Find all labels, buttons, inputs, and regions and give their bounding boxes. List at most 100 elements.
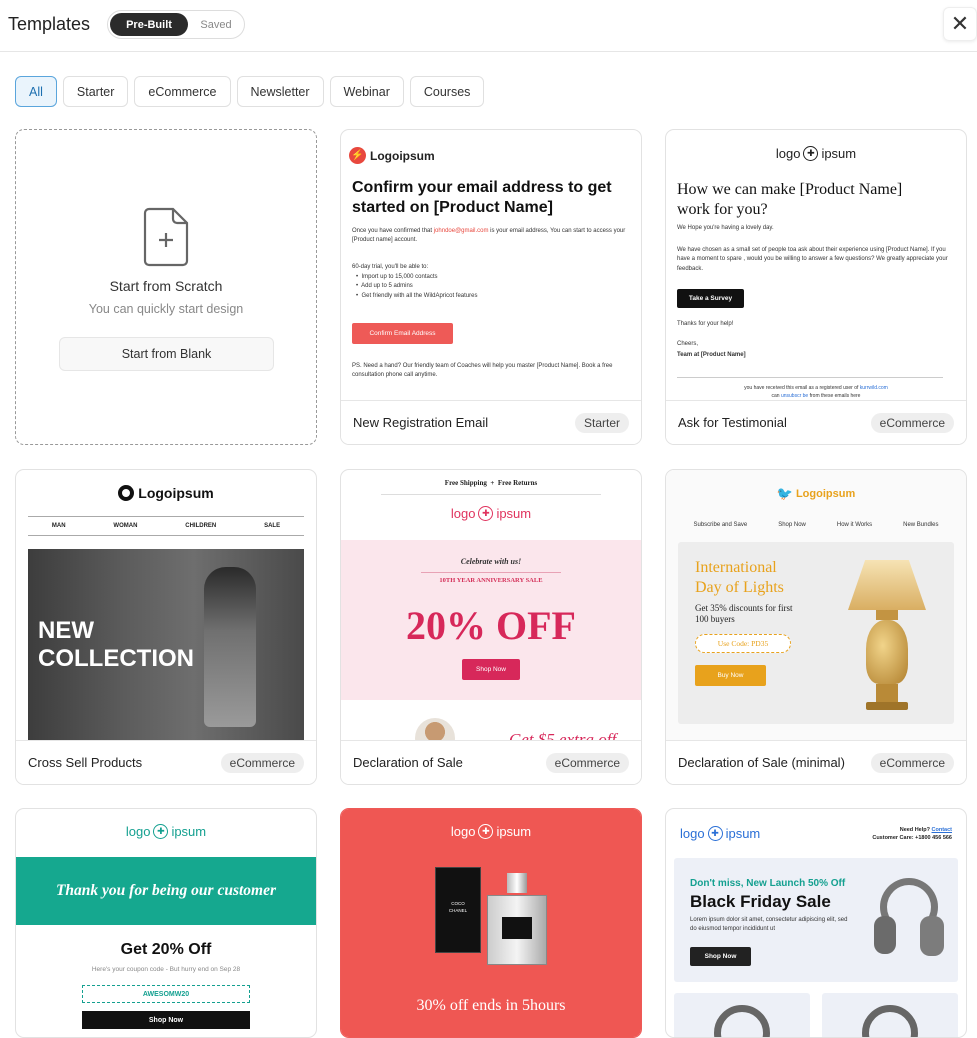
footer-text: you have received this email as a regist… bbox=[744, 385, 888, 399]
globe-logo-icon: ✚ bbox=[478, 506, 494, 521]
sale-banner: Celebrate with us! 10TH YEAR ANNIVERSARY… bbox=[341, 540, 641, 700]
brand-logo: Logoipsum bbox=[16, 485, 316, 501]
start-from-blank-button[interactable]: Start from Blank bbox=[59, 337, 274, 371]
logo-text: Logoipsum bbox=[795, 488, 856, 500]
scratch-subtitle: You can quickly start design bbox=[88, 302, 244, 316]
filter-courses[interactable]: Courses bbox=[409, 76, 485, 107]
offer-text: 30% off ends in 5hours bbox=[416, 997, 566, 1014]
filter-webinar[interactable]: Webinar bbox=[329, 76, 404, 107]
avatar bbox=[415, 718, 455, 740]
list-item: • Add up to 5 admins bbox=[356, 283, 413, 290]
tab-pre-built[interactable]: Pre-Built bbox=[110, 13, 188, 36]
template-card-thank-you[interactable]: logo ✚ ipsum Thank you for being our cus… bbox=[15, 808, 317, 1038]
coupon-code: AWESOMW20 bbox=[82, 985, 250, 1003]
customer-care: Customer Care: +1800 456 566 bbox=[872, 835, 952, 842]
signature: Team at [Product Name] bbox=[677, 352, 746, 358]
email-heading: Confirm your email address to get starte… bbox=[352, 179, 612, 216]
template-card-declaration-of-sale[interactable]: Free Shipping + Free Returns logo ✚ ipsu… bbox=[340, 469, 642, 785]
card-footer: Declaration of Sale (minimal) eCommerce bbox=[666, 740, 966, 784]
hero-image: NEW COLLECTION bbox=[28, 549, 304, 740]
logo-text: logo bbox=[125, 824, 151, 839]
template-card-perfume[interactable]: logo ✚ ipsum COCO CHANEL 30% off ends in… bbox=[340, 808, 642, 1038]
offer-headline: Get 20% Off bbox=[120, 941, 212, 958]
template-card-new-registration[interactable]: ⚡ Logoipsum Confirm your email address t… bbox=[340, 129, 642, 445]
help-info: Need Help? Contact Customer Care: +1800 … bbox=[872, 826, 952, 843]
product-tile bbox=[674, 993, 810, 1037]
category-badge: Starter bbox=[574, 413, 629, 433]
offer-subtext: Here's your coupon code - But hurry end … bbox=[91, 966, 241, 973]
filter-all[interactable]: All bbox=[15, 76, 57, 107]
template-preview: logo ✚ ipsum Thank you for being our cus… bbox=[16, 809, 316, 1037]
shipping-banner: Free Shipping + Free Returns bbox=[444, 479, 538, 487]
filter-starter[interactable]: Starter bbox=[62, 76, 129, 107]
close-button[interactable]: ✕ bbox=[943, 7, 977, 41]
brand-logo: logo ✚ ipsum bbox=[341, 824, 641, 839]
divider bbox=[421, 572, 561, 573]
brand-logo-text: Logoipsum bbox=[370, 148, 435, 163]
nav-item: SALE bbox=[264, 523, 281, 529]
brand-logo: logo ✚ ipsum bbox=[341, 506, 641, 521]
shop-now-button: Shop Now bbox=[82, 1011, 250, 1029]
category-filters: All Starter eCommerce Newsletter Webinar… bbox=[15, 76, 485, 107]
close-icon: ✕ bbox=[950, 11, 970, 36]
globe-logo-icon: ✚ bbox=[478, 824, 494, 839]
logo-text: logo bbox=[775, 146, 801, 161]
trial-text: 60-day trial, you'll be able to: bbox=[352, 264, 429, 270]
template-card-cross-sell[interactable]: Logoipsum MAN WOMAN CHILDREN SALE NEW CO… bbox=[15, 469, 317, 785]
email-link: johndoe@gmail.com bbox=[433, 228, 489, 234]
greeting: We Hope you're having a lovely day. bbox=[677, 225, 774, 231]
body-text: Once you have confirmed that bbox=[352, 228, 434, 234]
new-document-icon bbox=[143, 207, 189, 267]
brand-logo: 🐦 Logoipsum bbox=[666, 486, 966, 502]
filter-newsletter[interactable]: Newsletter bbox=[236, 76, 324, 107]
logo-text: ipsum bbox=[496, 506, 532, 521]
thanks-text: Thanks for your help! bbox=[677, 321, 734, 327]
template-name: Declaration of Sale bbox=[353, 755, 463, 770]
promo-panel: Don't miss, New Launch 50% Off Black Fri… bbox=[674, 858, 958, 982]
nav-bar: MAN WOMAN CHILDREN SALE bbox=[28, 516, 304, 536]
category-badge: eCommerce bbox=[220, 753, 304, 773]
card-footer: Declaration of Sale eCommerce bbox=[341, 740, 641, 784]
email-body: Once you have confirmed that johndoe@gma… bbox=[352, 227, 632, 246]
logo-text: ipsum bbox=[821, 146, 857, 161]
template-card-black-friday[interactable]: logo ✚ ipsum Need Help? Contact Customer… bbox=[665, 808, 967, 1038]
template-source-toggle: Pre-Built Saved bbox=[107, 10, 245, 39]
contact-link: Contact bbox=[931, 827, 952, 833]
perfume-brand: CHANEL bbox=[448, 908, 468, 913]
circle-logo-icon bbox=[118, 485, 135, 501]
confirm-email-button: Confirm Email Address bbox=[352, 323, 453, 344]
nav-item: How it Works bbox=[836, 522, 873, 528]
template-preview: logo ✚ ipsum How we can make [Product Na… bbox=[666, 130, 966, 400]
promo-heading: International Day of Lights bbox=[695, 559, 784, 596]
start-from-scratch-card[interactable]: Start from Scratch You can quickly start… bbox=[15, 129, 317, 445]
template-card-declaration-minimal[interactable]: 🐦 Logoipsum Subscribe and Save Shop Now … bbox=[665, 469, 967, 785]
template-name: Declaration of Sale (minimal) bbox=[678, 755, 845, 770]
nav-bar: Subscribe and Save Shop Now How it Works… bbox=[678, 522, 954, 528]
brand-logo: logo ✚ ipsum bbox=[680, 826, 760, 841]
hero-headline: NEW COLLECTION bbox=[38, 617, 194, 672]
template-preview: 🐦 Logoipsum Subscribe and Save Shop Now … bbox=[666, 470, 966, 740]
perfume-brand: COCO bbox=[451, 901, 465, 906]
filter-ecommerce[interactable]: eCommerce bbox=[134, 76, 231, 107]
ps-text: PS. Need a hand? Our friendly team of Co… bbox=[352, 363, 613, 379]
template-preview: Free Shipping + Free Returns logo ✚ ipsu… bbox=[341, 470, 641, 740]
nav-item: Subscribe and Save bbox=[693, 522, 748, 528]
list-item: • Import up to 15,000 contacts bbox=[356, 274, 438, 280]
category-badge: eCommerce bbox=[545, 753, 629, 773]
launch-text: Don't miss, New Launch 50% Off bbox=[690, 878, 846, 889]
promo-body: Lorem ipsum dolor sit amet, consectetur … bbox=[690, 917, 848, 932]
card-footer: New Registration Email Starter bbox=[341, 400, 641, 444]
logo-text: ipsum bbox=[496, 824, 532, 839]
template-card-ask-testimonial[interactable]: logo ✚ ipsum How we can make [Product Na… bbox=[665, 129, 967, 445]
globe-logo-icon: ✚ bbox=[153, 824, 169, 839]
tab-saved[interactable]: Saved bbox=[190, 13, 242, 36]
extra-offer-text: Get $5 extra off bbox=[509, 730, 617, 740]
bird-logo-icon: 🐦 bbox=[776, 486, 793, 501]
list-item: • Get friendly with all the WildApricot … bbox=[356, 292, 478, 299]
logo-text: logo bbox=[450, 506, 476, 521]
category-badge: eCommerce bbox=[870, 753, 954, 773]
template-preview: logo ✚ ipsum Need Help? Contact Customer… bbox=[666, 809, 966, 1037]
headphones-image bbox=[874, 878, 944, 962]
nav-item: CHILDREN bbox=[185, 523, 217, 529]
thank-you-banner: Thank you for being our customer bbox=[16, 857, 316, 925]
